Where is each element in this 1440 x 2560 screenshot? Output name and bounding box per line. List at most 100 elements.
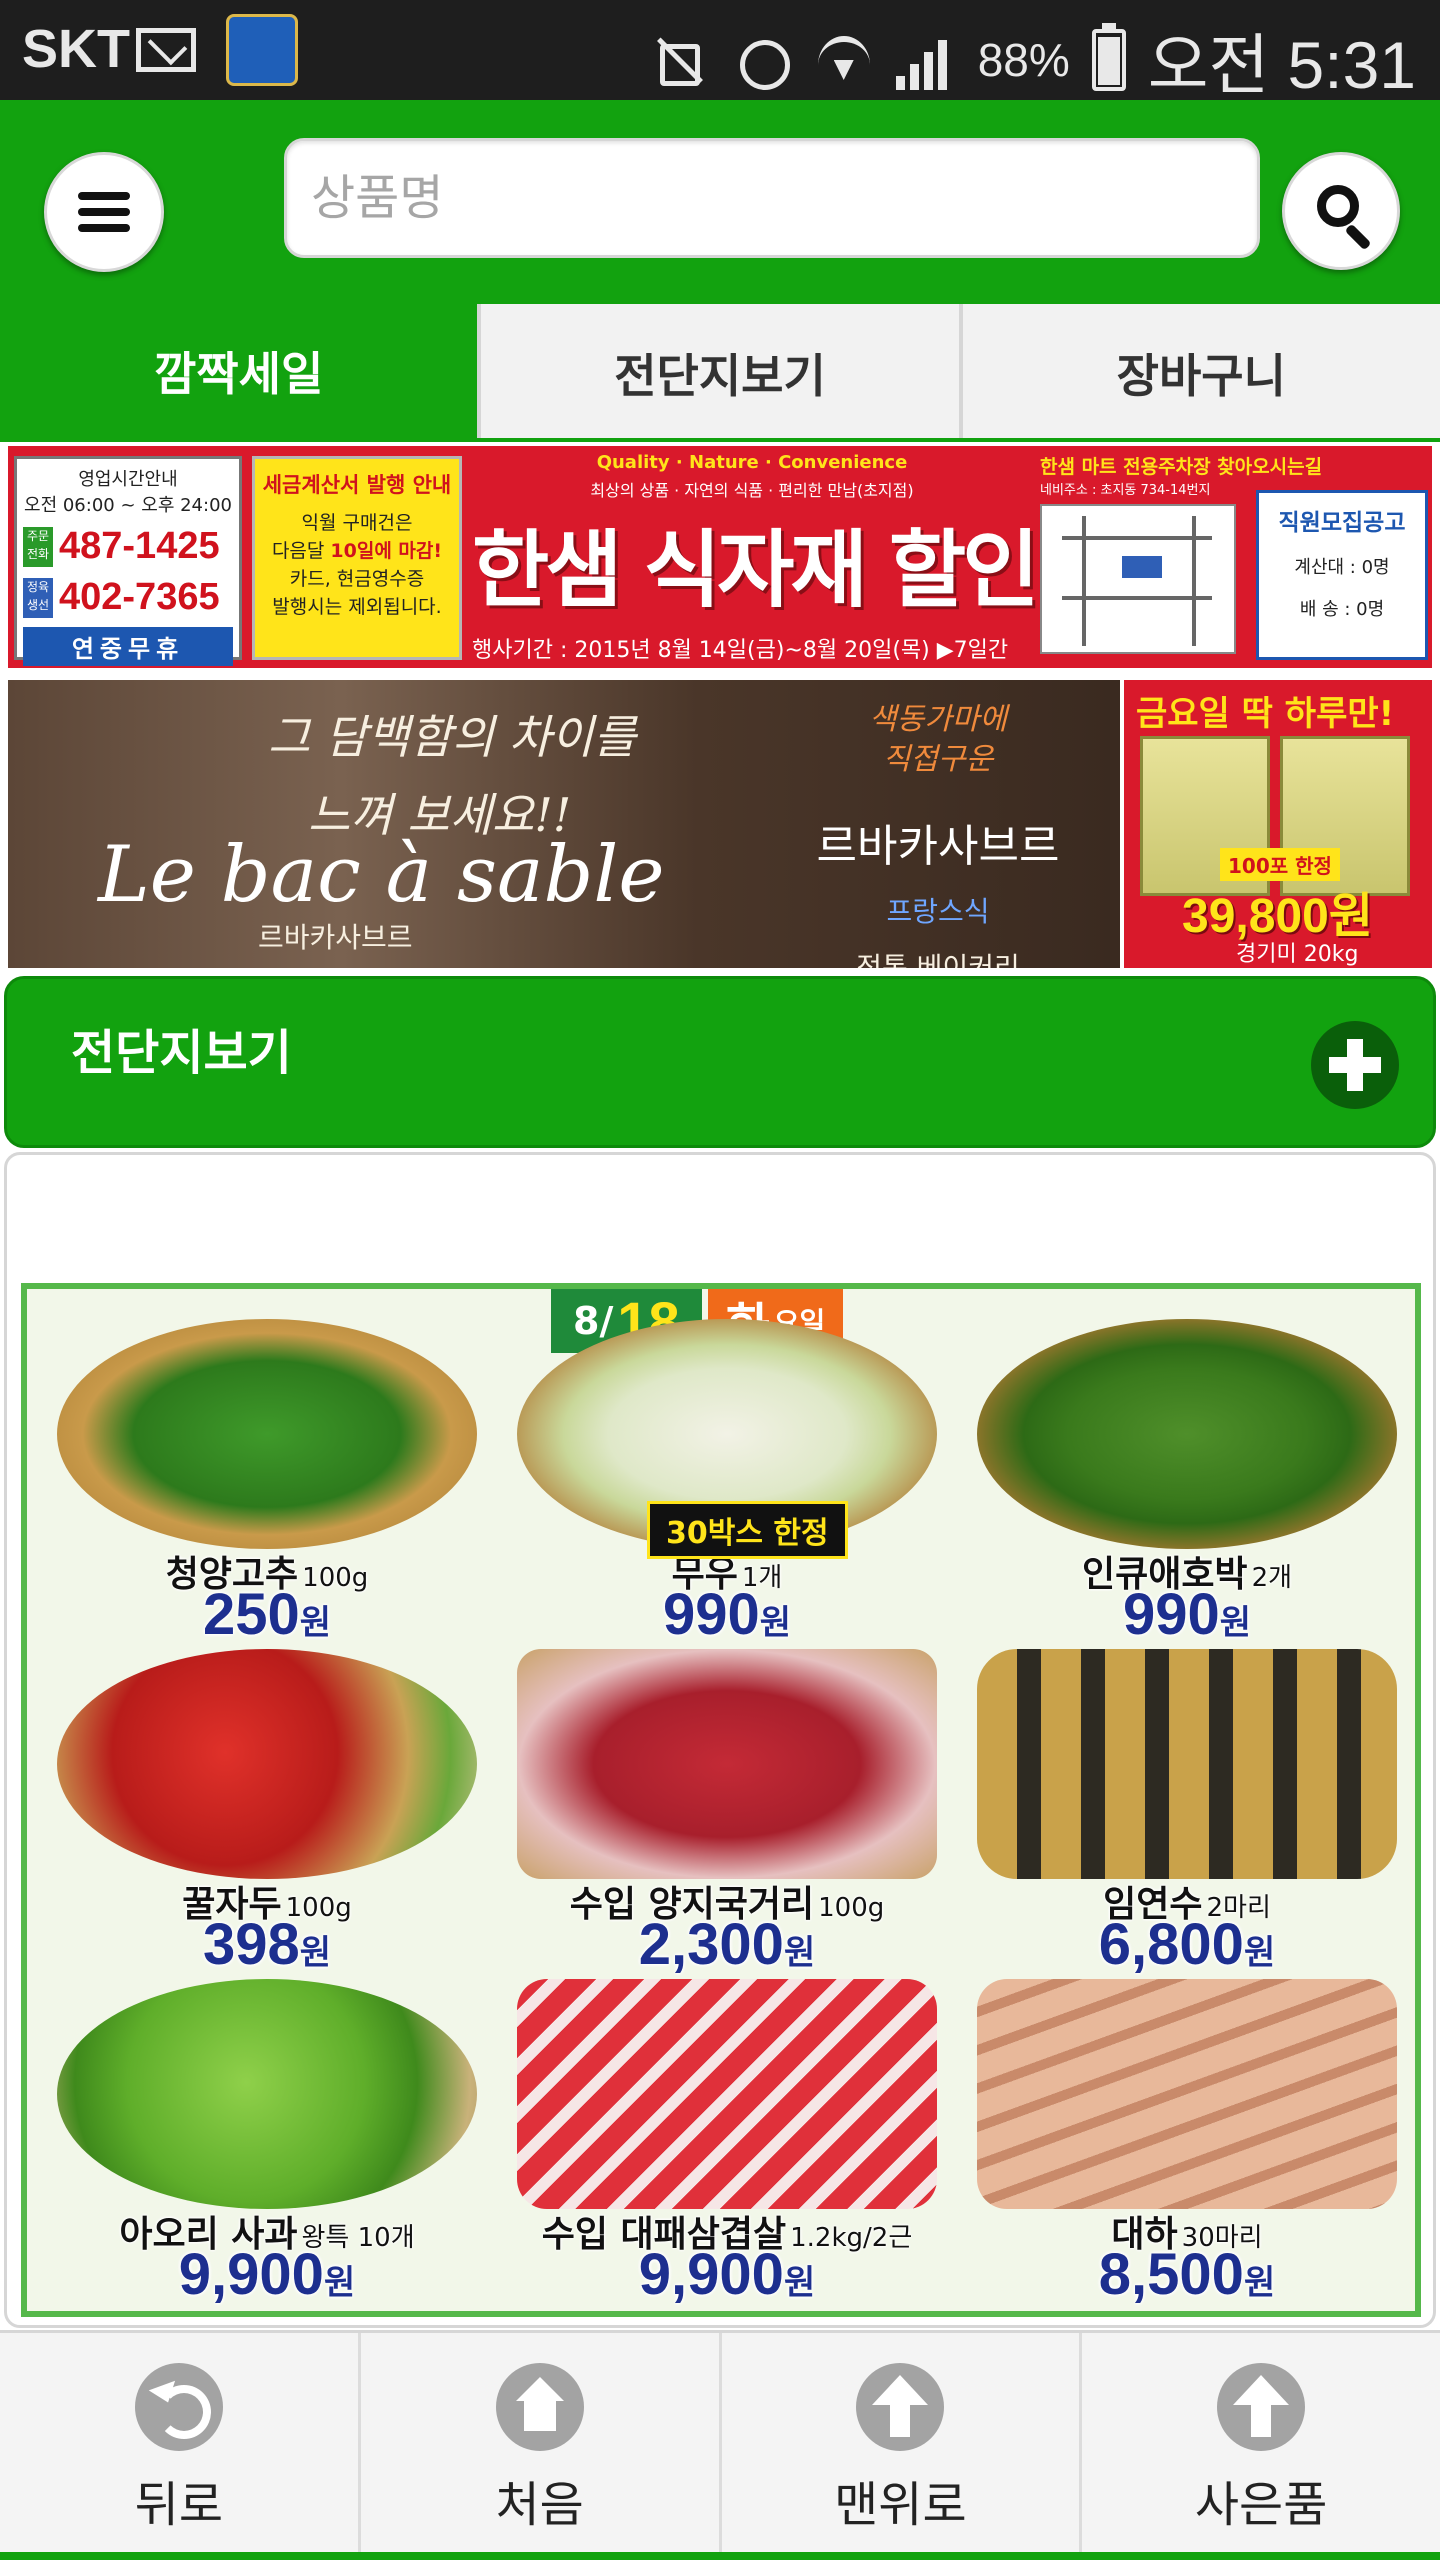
tab-flash-sale[interactable]: 깜짝세일 <box>0 300 478 442</box>
promo-banner[interactable]: 그 담백함의 차이를 느껴 보세요!! Le bac à sable 르바카사브… <box>4 676 1436 972</box>
nav-top-button[interactable]: 맨위로 <box>722 2333 1083 2560</box>
bakery-brand: Le bac à sable <box>98 830 665 920</box>
rice-title: 금요일 딱 하루만! <box>1136 694 1395 734</box>
phone-main-tag: 주문전화 <box>23 526 53 567</box>
product-price: 9,900원 <box>638 2242 816 2307</box>
battery-icon <box>1091 23 1126 91</box>
limited-tag: 30박스 한정 <box>647 1501 848 1559</box>
signal-icon <box>895 30 956 90</box>
bakery-style: 프랑스식 <box>886 895 990 928</box>
mail-icon <box>136 28 196 72</box>
bakery-right-brand: 르바카사브르 <box>816 821 1060 872</box>
zucchini-image <box>977 1319 1397 1549</box>
bakery-brand-kr: 르바카사브르 <box>258 921 413 954</box>
nav-back-button[interactable]: 뒤로 <box>0 2333 361 2560</box>
map-image <box>1040 504 1236 654</box>
clock: 오전 5:31 <box>1147 28 1416 102</box>
rice-product: 경기미 20kg <box>1236 942 1359 967</box>
phone-main-row: 주문전화 487-1425 <box>23 525 233 568</box>
tab-flyer[interactable]: 전단지보기 <box>477 304 959 442</box>
tab-cart[interactable]: 장바구니 <box>958 304 1440 442</box>
chili-image <box>57 1319 477 1549</box>
menu-button[interactable] <box>44 152 164 272</box>
rice-ad[interactable]: 금요일 딱 하루만! 100포 한정 39,800원 경기미 20kg <box>1124 680 1432 968</box>
mute-icon <box>650 30 710 90</box>
nav-home-label: 처음 <box>495 2477 584 2533</box>
search-button[interactable] <box>1282 152 1400 270</box>
notice-line-2-prefix: 다음달 <box>271 540 331 562</box>
bottom-nav: 뒤로 처음 맨위로 사은품 <box>0 2330 1440 2560</box>
arrow-up-icon <box>856 2363 945 2451</box>
bottom-accent-bar <box>0 2552 1440 2560</box>
status-bar: SKT 88% 오전 5:31 <box>0 0 1440 102</box>
recruit-line-2: 배 송 : 0명 <box>1299 599 1385 620</box>
fish-image <box>977 1649 1397 1879</box>
bakery-tradition: 정통 베이커리 <box>856 951 1020 968</box>
store-name: 한샘 식자재 할인마트 <box>472 521 1186 619</box>
bakery-handwriting-2: 직접구운 <box>882 742 994 777</box>
plum-image <box>57 1649 477 1879</box>
store-title-block: Quality · Nature · Convenience 최상의 상품 · … <box>472 452 1186 666</box>
product-price: 8,500원 <box>1098 2242 1276 2307</box>
product-card: 청양고추 100g 250원 <box>37 1309 497 1645</box>
flyer-section-header[interactable]: 전단지보기 <box>4 976 1436 1148</box>
tax-invoice-notice: 세금계산서 발행 안내 익월 구매건은 다음달 10일에 마감! 카드, 현금영… <box>252 456 462 660</box>
bakery-handwriting-1: 색동가마에 <box>869 702 1007 737</box>
quality-line: Quality · Nature · Convenience <box>596 452 908 473</box>
back-icon <box>134 2363 223 2451</box>
hours-title: 영업시간안내 <box>78 469 178 490</box>
product-card: 인큐애호박 2개 990원 <box>957 1309 1417 1645</box>
tab-bar: 깜짝세일 전단지보기 장바구니 <box>0 300 1440 442</box>
product-card: 대하 30마리 8,500원 <box>957 1969 1417 2305</box>
product-card: 수입 대패삼겹살 1.2kg/2근 9,900원 <box>497 1969 957 2305</box>
hours-text: 오전 06:00 ~ 오후 24:00 <box>24 495 232 516</box>
plus-icon[interactable] <box>1311 1021 1399 1109</box>
phone-meat-row: 정육생선 402-7365 <box>23 576 233 619</box>
hamburger-icon <box>78 192 130 232</box>
notice-line-1: 익월 구매건은 <box>301 512 413 534</box>
product-card: 꿀자두 100g 398원 <box>37 1639 497 1975</box>
notice-title: 세금계산서 발행 안내 <box>262 473 452 497</box>
system-icons: 88% 오전 5:31 <box>650 12 1416 108</box>
battery-percent: 88% <box>977 34 1070 86</box>
bakery-info: 색동가마에 직접구운 르바카사브르 프랑스식 정통 베이커리 <box>768 700 1108 968</box>
product-card: 무우 1개 990원 <box>497 1309 957 1645</box>
parking-title: 한샘 마트 전용주차장 찾아오시는길 <box>1040 456 1323 478</box>
open-all-year-label: 연중무휴 <box>23 627 233 666</box>
phone-meat: 402-7365 <box>59 576 220 618</box>
nav-gift-label: 사은품 <box>1194 2477 1328 2533</box>
flyer-section-title: 전단지보기 <box>71 1025 292 1081</box>
flyer-panel: 8/18 화요일 청양고추100g 250원 무우1개 990원 인큐애호박2개… <box>4 1152 1436 2328</box>
search-input[interactable] <box>284 138 1260 258</box>
home-icon <box>495 2363 584 2451</box>
phone-main: 487-1425 <box>59 525 220 567</box>
wifi-icon <box>814 30 874 90</box>
bakery-ad[interactable]: 그 담백함의 차이를 느껴 보세요!! Le bac à sable 르바카사브… <box>8 680 1120 968</box>
store-hours-box: 영업시간안내 오전 06:00 ~ 오후 24:00 주문전화 487-1425… <box>14 456 242 666</box>
app-icon <box>226 14 298 86</box>
product-card: 아오리 사과 왕특 10개 9,900원 <box>37 1969 497 2305</box>
parking-address: 네비주소 : 초지동 734-14번지 <box>1040 483 1211 498</box>
notice-line-3: 카드, 현금영수증 <box>289 568 425 590</box>
product-card: 임연수 2마리 6,800원 <box>957 1639 1417 1975</box>
carrier-label: SKT <box>22 19 130 79</box>
product-price: 9,900원 <box>178 2242 356 2307</box>
nav-home-button[interactable]: 처음 <box>361 2333 722 2560</box>
recruit-line-1: 계산대 : 0명 <box>1294 557 1390 578</box>
nav-top-label: 맨위로 <box>834 2477 967 2533</box>
sale-period: 행사기간 : 2015년 8월 14일(금)~8월 20일(목) ▶7일간 <box>472 638 1009 663</box>
pork-belly-image <box>517 1979 937 2209</box>
app-header <box>0 100 1440 300</box>
recruit-title: 직원모집공고 <box>1278 510 1406 536</box>
store-banner[interactable]: 영업시간안내 오전 06:00 ~ 오후 24:00 주문전화 487-1425… <box>4 442 1436 672</box>
store-slogan: 최상의 상품 · 자연의 식품 · 편리한 만남(초지점) <box>590 481 914 500</box>
recruit-notice: 직원모집공고 계산대 : 0명 배 송 : 0명 <box>1256 490 1428 660</box>
arrow-up-icon <box>1217 2363 1306 2451</box>
shrimp-image <box>977 1979 1397 2209</box>
product-card: 수입 양지국거리 100g 2,300원 <box>497 1639 957 1975</box>
beef-image <box>517 1649 937 1879</box>
nav-gift-button[interactable]: 사은품 <box>1082 2333 1440 2560</box>
notice-line-4: 발행시는 제외됩니다. <box>272 596 442 618</box>
green-apple-image <box>57 1979 477 2209</box>
flyer-image[interactable]: 8/18 화요일 청양고추100g 250원 무우1개 990원 인큐애호박2개… <box>21 1283 1421 2317</box>
